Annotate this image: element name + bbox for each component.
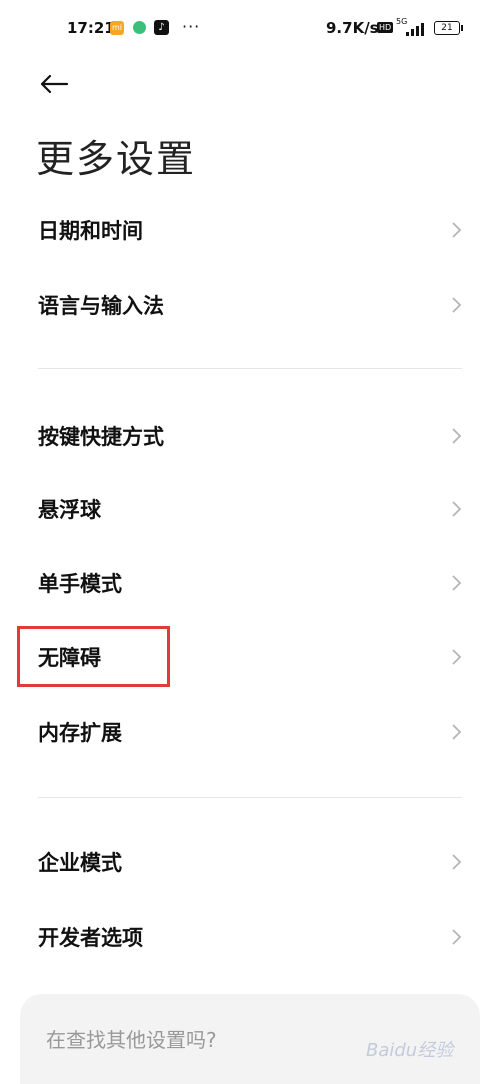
chevron-right-icon (452, 501, 462, 517)
signal-icon (406, 21, 428, 36)
settings-item-one-handed-mode[interactable]: 单手模式 (0, 551, 500, 615)
hd-badge-icon: HD (377, 22, 394, 33)
status-bar: 17:21 mi ♪ ··· 9.7K/s HD 5G 21 (0, 0, 500, 60)
settings-item-label: 内存扩展 (38, 721, 122, 745)
settings-item-label: 开发者选项 (38, 926, 143, 950)
chevron-right-icon (452, 428, 462, 444)
settings-item-label: 按键快捷方式 (38, 425, 164, 449)
settings-item-floating-ball[interactable]: 悬浮球 (0, 477, 500, 541)
chevron-right-icon (452, 854, 462, 870)
green-app-icon (133, 21, 146, 34)
settings-item-button-shortcuts[interactable]: 按键快捷方式 (0, 404, 500, 468)
tiktok-icon: ♪ (154, 20, 169, 35)
settings-item-label: 悬浮球 (38, 498, 101, 522)
network-speed: 9.7K/s (326, 19, 379, 37)
settings-item-label: 企业模式 (38, 851, 122, 875)
settings-item-language-input[interactable]: 语言与输入法 (0, 273, 500, 337)
baidu-watermark: Baidu经验 (366, 1040, 454, 1061)
more-notifications-icon: ··· (182, 17, 201, 36)
section-divider (38, 368, 462, 369)
arrow-left-icon (40, 74, 69, 94)
chevron-right-icon (452, 222, 462, 238)
chevron-right-icon (452, 724, 462, 740)
settings-item-label: 单手模式 (38, 572, 122, 596)
back-button[interactable] (36, 66, 72, 102)
search-card-text: 在查找其他设置吗? (46, 1028, 217, 1052)
settings-item-enterprise-mode[interactable]: 企业模式 (0, 830, 500, 894)
settings-item-developer-options[interactable]: 开发者选项 (0, 905, 500, 969)
chevron-right-icon (452, 297, 462, 313)
settings-item-label: 日期和时间 (38, 219, 143, 243)
battery-icon: 21 (434, 21, 463, 35)
page-title: 更多设置 (36, 137, 197, 181)
chevron-right-icon (452, 929, 462, 945)
mi-app-icon: mi (110, 21, 124, 35)
settings-item-date-time[interactable]: 日期和时间 (0, 198, 500, 262)
settings-item-label: 语言与输入法 (38, 294, 164, 318)
chevron-right-icon (452, 649, 462, 665)
highlight-box (17, 626, 170, 687)
section-divider (38, 797, 462, 798)
chevron-right-icon (452, 575, 462, 591)
settings-item-memory-extension[interactable]: 内存扩展 (0, 700, 500, 764)
status-time: 17:21 (67, 19, 115, 37)
